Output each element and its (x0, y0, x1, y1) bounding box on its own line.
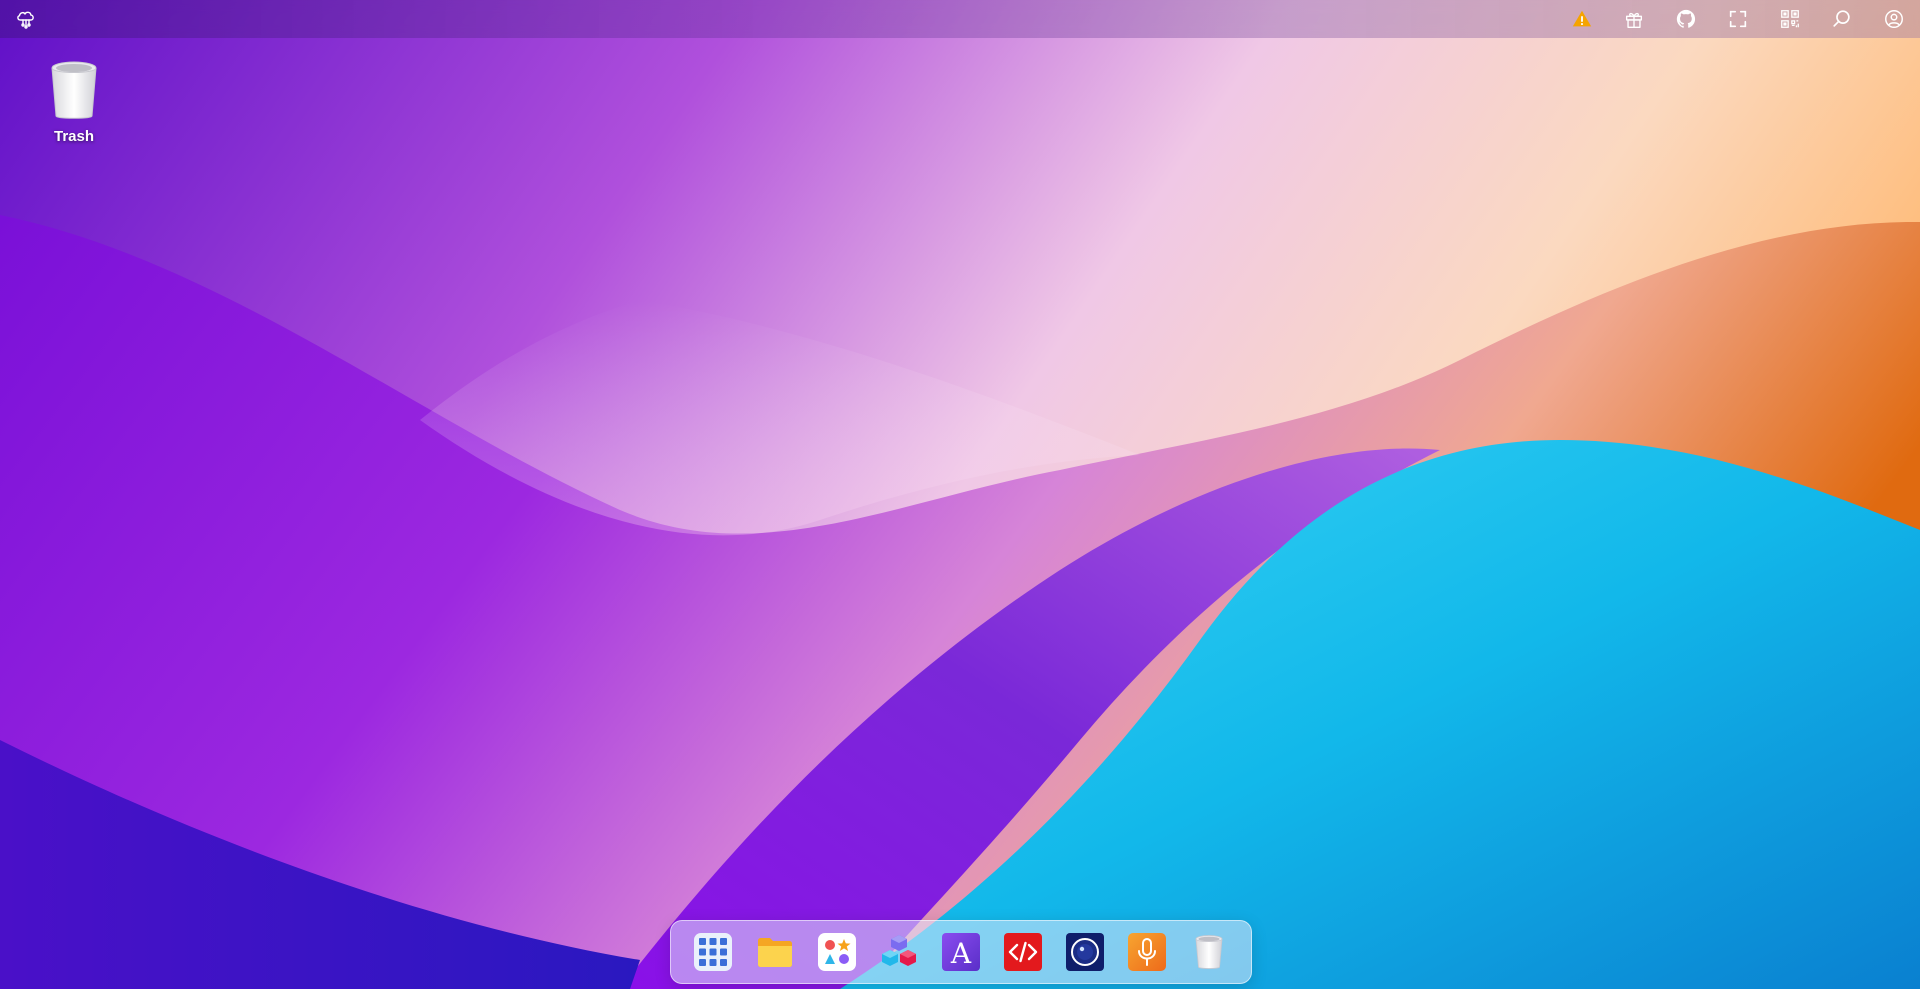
dock-item-launcher[interactable] (694, 933, 732, 971)
top-bar-actions (1556, 0, 1920, 38)
qr-code-icon (1781, 10, 1799, 28)
apps-icon (818, 933, 856, 971)
microphone-icon (1128, 933, 1166, 971)
fullscreen-button[interactable] (1712, 0, 1764, 38)
trash-bin-icon (1195, 935, 1223, 969)
dock-item-camera[interactable] (1066, 933, 1104, 971)
camera-lens-icon (1066, 933, 1104, 971)
search-icon (1833, 10, 1850, 27)
dock-item-3d-blocks[interactable] (880, 933, 918, 971)
cloud-network-logo-icon[interactable] (14, 7, 38, 31)
warning-triangle-icon (1572, 10, 1592, 27)
folder-icon (758, 938, 792, 967)
dock-item-code-editor[interactable] (1004, 933, 1042, 971)
dock-item-file-manager[interactable] (756, 933, 794, 971)
dock-item-trash[interactable] (1190, 933, 1228, 971)
gift-button[interactable] (1608, 0, 1660, 38)
account-button[interactable] (1868, 0, 1920, 38)
fullscreen-icon (1729, 10, 1747, 28)
dock-item-font-app[interactable]: A (942, 933, 980, 971)
search-button[interactable] (1816, 0, 1868, 38)
qr-code-button[interactable] (1764, 0, 1816, 38)
github-icon (1676, 9, 1696, 28)
code-icon (1004, 933, 1042, 971)
top-bar (0, 0, 1920, 38)
dock: A (670, 920, 1252, 984)
gift-icon (1625, 12, 1643, 28)
trash-bin-icon (51, 61, 97, 119)
desktop-icon-trash[interactable]: Trash (34, 60, 114, 145)
dock-item-app-store[interactable] (818, 933, 856, 971)
letter-a-icon: A (942, 933, 980, 971)
desktop-icon-label: Trash (53, 128, 95, 145)
user-circle-icon (1885, 10, 1903, 28)
github-button[interactable] (1660, 0, 1712, 38)
app-grid-icon (694, 933, 732, 971)
dock-item-voice-recorder[interactable] (1128, 933, 1166, 971)
warning-button[interactable] (1556, 0, 1608, 38)
svg-text:A: A (950, 937, 972, 970)
wallpaper (0, 0, 1920, 989)
desktop: Trash A (0, 0, 1920, 989)
cubes-icon (882, 935, 916, 966)
